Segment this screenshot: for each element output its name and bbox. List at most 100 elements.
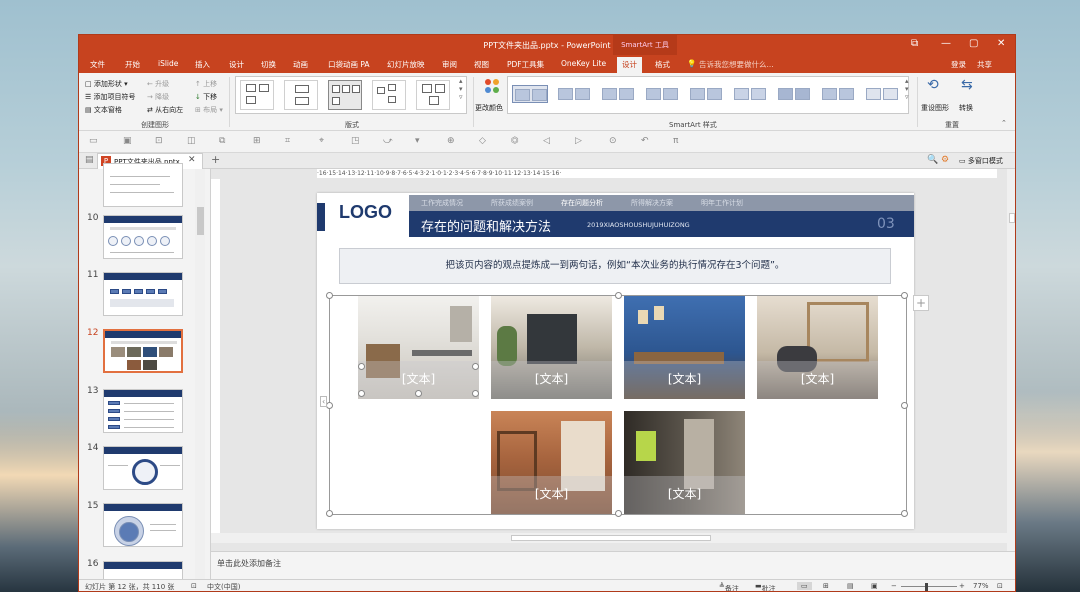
notes-pane[interactable]: 单击此处添加备注 (211, 551, 1015, 579)
collapse-ribbon-icon[interactable]: ⌃ (1001, 119, 1007, 127)
tab-onekey-lite[interactable]: OneKey Lite (561, 59, 606, 68)
add-slide-icon[interactable]: + (913, 295, 929, 311)
qat-tool-icon-14[interactable]: ⏣ (511, 136, 519, 146)
maximize-button[interactable]: ▢ (969, 38, 978, 49)
change-color-icon[interactable] (479, 77, 505, 101)
tab-file[interactable]: 文件 (90, 59, 105, 70)
close-tab-icon[interactable]: ✕ (188, 155, 196, 165)
thumbnail-scrollbar[interactable] (195, 169, 205, 579)
qat-tool-icon-17[interactable]: ⊙ (609, 136, 617, 146)
slide-thumbnail-10[interactable] (103, 215, 183, 259)
zoom-slider-thumb[interactable] (925, 583, 928, 591)
style-option-4[interactable] (644, 85, 680, 103)
tab-design[interactable]: 设计 (229, 59, 244, 70)
demote-button[interactable]: → 降级 (147, 92, 169, 102)
smartart-cell-1[interactable]: [文本] (358, 296, 479, 399)
tell-me-box[interactable]: 告诉我您想要做什么... (699, 59, 774, 70)
sign-in-link[interactable]: 登录 (951, 59, 966, 70)
frame-handle-br[interactable] (901, 510, 908, 517)
layout-option-4[interactable] (372, 80, 406, 110)
smartart-text-2[interactable]: [文本] (491, 361, 612, 399)
frame-handle-tm[interactable] (615, 292, 622, 299)
slide-thumbnail-9[interactable] (103, 163, 183, 207)
qat-tool-icon-9[interactable]: ◳ (351, 136, 360, 146)
frame-handle-bl[interactable] (326, 510, 333, 517)
tab-home[interactable]: 开始 (125, 59, 140, 70)
frame-handle-tr[interactable] (901, 292, 908, 299)
style-option-5[interactable] (688, 85, 724, 103)
editor-horizontal-scrollbar[interactable] (211, 533, 1007, 543)
smartart-text-6[interactable]: [文本] (624, 476, 745, 514)
style-option-2[interactable] (556, 85, 592, 103)
zoom-level[interactable]: 77% (973, 582, 989, 590)
qat-tool-icon-4[interactable]: ◫ (187, 136, 196, 146)
qat-tool-icon-10[interactable]: ⤻ (383, 136, 393, 146)
smartart-text-5[interactable]: [文本] (491, 476, 612, 514)
move-up-button[interactable]: ↑ 上移 (195, 79, 217, 89)
smartart-cell-5[interactable]: [文本] (491, 411, 612, 514)
right-to-left-button[interactable]: ⇄ 从右向左 (147, 105, 183, 115)
reset-graphic-icon[interactable]: ⟲ (927, 77, 939, 93)
settings-gear-icon[interactable]: ⚙ (941, 155, 949, 165)
style-option-6[interactable] (732, 85, 768, 103)
text-pane-button[interactable]: ▤ 文本窗格 (85, 105, 122, 115)
new-tab-icon[interactable]: + (211, 153, 220, 166)
slide-thumbnail-11[interactable] (103, 272, 183, 316)
slide-subtitle[interactable]: 2019XIAOSHOUSHUJUHUIZONG (587, 221, 690, 229)
gallery-scroll-arrows[interactable]: ▴ ▾ ▿ (459, 77, 463, 101)
close-button[interactable]: ✕ (997, 38, 1005, 49)
notes-button[interactable]: ≜ 备注 (719, 582, 739, 591)
qat-tool-icon-11[interactable]: ▾ (415, 136, 420, 146)
style-option-8[interactable] (820, 85, 856, 103)
layout-button[interactable]: ⊞ 布局 ▾ (195, 105, 223, 115)
pi-icon[interactable]: π (673, 136, 678, 146)
layout-option-5[interactable] (416, 80, 450, 110)
normal-view-icon[interactable]: ▭ (797, 582, 812, 590)
fit-to-window-icon[interactable]: ⊡ (997, 582, 1003, 590)
language-indicator[interactable]: 中文(中国) (207, 582, 240, 591)
tab-animations[interactable]: 动画 (293, 59, 308, 70)
smartart-frame[interactable]: [文本] [文本] [文本] [文本] [文本] [文本] (326, 292, 908, 517)
slide-thumbnail-14[interactable] (103, 446, 183, 490)
nav-item-3-active[interactable]: 存在问题分析 (561, 198, 603, 208)
tab-review[interactable]: 审阅 (442, 59, 457, 70)
add-bullet-button[interactable]: ☰ 添加项目符号 (85, 92, 136, 102)
ribbon-display-options-icon[interactable]: ⧉ (911, 38, 918, 49)
minimize-button[interactable]: — (941, 38, 951, 49)
tab-pdf-tools[interactable]: PDF工具集 (507, 59, 544, 70)
slideshow-icon[interactable]: ▣ (871, 582, 878, 590)
text-pane-toggle-icon[interactable]: ‹ (320, 396, 328, 407)
slide-sorter-icon[interactable]: ⊞ (823, 582, 829, 590)
layout-option-1[interactable] (240, 80, 274, 110)
slide-thumbnail-13[interactable] (103, 389, 183, 433)
style-option-3[interactable] (600, 85, 636, 103)
tab-transitions[interactable]: 切换 (261, 59, 276, 70)
nav-item-1[interactable]: 工作完成情况 (421, 198, 463, 208)
smartart-cell-3[interactable]: [文本] (624, 296, 745, 399)
editor-vertical-scrollbar[interactable] (1007, 169, 1015, 551)
smartart-cell-4[interactable]: [文本] (757, 296, 878, 399)
slide-title[interactable]: 存在的问题和解决方法 (421, 216, 551, 235)
move-down-button[interactable]: ↓ 下移 (195, 92, 217, 102)
multi-window-mode[interactable]: ▭ 多窗口模式 (959, 156, 1003, 166)
convert-button[interactable]: 转换 (959, 103, 973, 113)
frame-handle-bm[interactable] (615, 510, 622, 517)
layout-option-3-selected[interactable] (328, 80, 362, 110)
qat-tool-icon-7[interactable]: ⌗ (285, 136, 290, 146)
comments-button[interactable]: ▬ 批注 (755, 582, 776, 591)
styles-scroll-arrows[interactable]: ▴ ▾ ▿ (905, 77, 909, 101)
logo-text[interactable]: LOGO (339, 202, 392, 223)
convert-icon[interactable]: ⇆ (961, 77, 973, 93)
frame-handle-tl[interactable] (326, 292, 333, 299)
qat-tool-icon-3[interactable]: ⊡ (155, 136, 163, 146)
slide-thumbnail-15[interactable] (103, 503, 183, 547)
qat-crop-icon[interactable]: ⌖ (319, 136, 324, 146)
qat-tool-icon-13[interactable]: ◇ (479, 136, 486, 146)
smartart-text-3[interactable]: [文本] (624, 361, 745, 399)
tab-islide[interactable]: iSlide (158, 59, 178, 68)
tab-slideshow[interactable]: 幻灯片放映 (387, 59, 425, 70)
tab-smartart-design[interactable]: 设计 (617, 57, 642, 73)
nav-item-2[interactable]: 所获成绩案例 (491, 198, 533, 208)
style-option-7[interactable] (776, 85, 812, 103)
nav-item-4[interactable]: 所得解决方案 (631, 198, 673, 208)
